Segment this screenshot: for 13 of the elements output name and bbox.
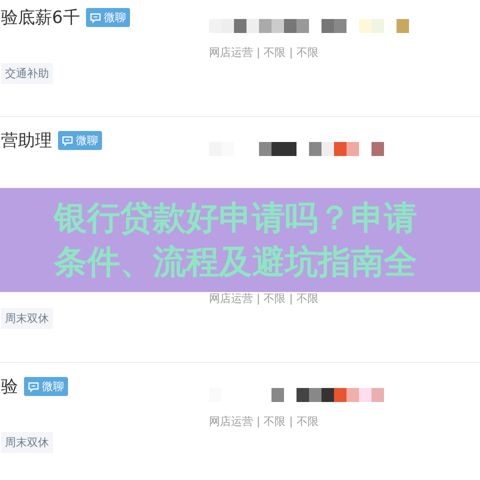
benefit-tag: 周末双休 [1, 432, 53, 453]
job-title[interactable]: 验底薪6千 [1, 6, 80, 29]
chat-bubble-icon [90, 12, 101, 22]
job-info: 网店运营 | 不限 | 不限 [209, 414, 320, 429]
job-info: 网店运营 | 不限 | 不限 [209, 291, 320, 306]
banner-title: 银行贷款好申请吗？申请条件、流程及避坑指南全 [54, 197, 418, 283]
chat-bubble-icon [62, 136, 73, 146]
chat-bubble-icon [28, 382, 39, 392]
job-info: 网店运营 | 不限 | 不限 [209, 45, 320, 60]
job-title[interactable]: 营助理 [1, 129, 52, 152]
job-title[interactable]: 验 [1, 375, 18, 398]
benefit-tag: 交通补助 [1, 63, 53, 84]
benefit-tag: 周末双休 [1, 308, 53, 329]
